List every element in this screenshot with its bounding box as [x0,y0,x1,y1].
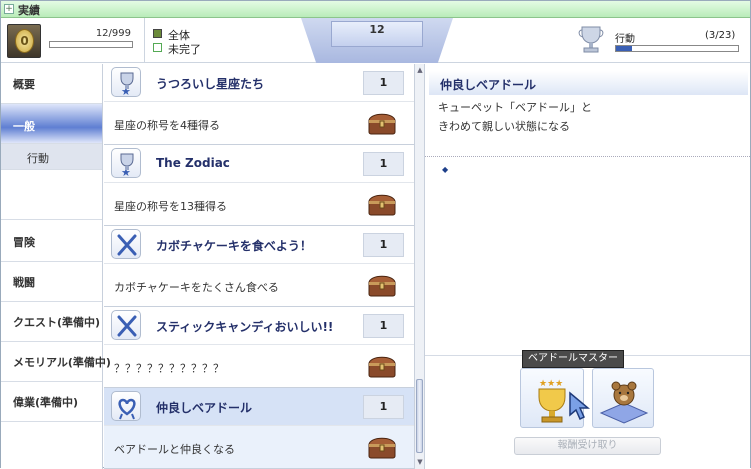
achievement-description: 星座の称号を13種得る [114,200,227,213]
achievement-points: 1 [363,233,404,257]
claim-reward-button[interactable]: 報酬受け取り [514,437,661,455]
sidebar-item-label: 冒険 [13,236,35,249]
mouse-cursor-icon [569,391,590,421]
category-progress-bar [615,45,739,52]
sidebar-item-action[interactable]: 行動 [1,144,102,170]
sidebar-item-battle[interactable]: 戦闘 [1,262,102,302]
fork-knife-icon [111,310,141,340]
achievement-window: + 実績 0 12/999 全体 未完了 12 行動 (3/23) 概要 一般 … [0,0,751,469]
detail-description-line2: きわめて親しい状態になる [438,120,570,133]
sidebar-item-label: 行動 [27,152,49,165]
total-score: 12/999 [95,28,131,39]
sidebar-item-label: メモリアル(準備中) [13,356,111,369]
counter-value: 12 [369,23,385,36]
treasure-chest-icon[interactable] [366,109,398,137]
star-trophy-icon: ★ [111,67,141,98]
score-progress-bar [49,41,133,48]
achievement-list: ★ うつろいし星座たち 1 星座の称号を4種得る ★ The Zodiac 1 星座の称号を1… [104,64,414,469]
bullet-icon: ◆ [442,165,449,174]
achievement-header[interactable]: 仲良しベアドール 1 [104,388,414,426]
achievement-points: 1 [363,152,404,176]
center-counter: 12 [301,18,453,63]
sidebar-item-general[interactable]: 一般 [1,104,102,144]
treasure-chest-icon[interactable] [366,190,398,218]
category-progress-fill [616,46,632,51]
scroll-thumb[interactable] [416,379,423,453]
checkbox-icon[interactable] [153,43,162,52]
achievement-description: カボチャケーキをたくさん食べる [114,281,279,294]
scroll-down-icon[interactable]: ▼ [416,458,424,466]
category-sidebar: 概要 一般 行動 冒険 戦闘 クエスト(準備中) メモリアル(準備中) 偉業(準… [1,64,111,469]
title-bar[interactable]: + 実績 [1,1,750,18]
achievement-header[interactable]: カボチャケーキを食べよう！ 1 [104,226,414,264]
category-count: (3/23) [705,30,736,41]
category-label: 行動 [615,34,635,45]
sidebar-item-label: 一般 [13,120,35,133]
achievement-description: ？？？？？？？？？？ [114,362,224,375]
achievement-points: 1 [363,395,404,419]
achievement-row[interactable]: ★ The Zodiac 1 星座の称号を13種得る [104,145,414,226]
heart-ribbon-icon [111,391,141,421]
detail-title: 仲良しベアドール [429,71,748,95]
sidebar-item-feat[interactable]: 偉業(準備中) [1,382,102,422]
list-scrollbar[interactable]: ▲ ▼ [414,64,425,469]
detail-panel: 仲良しベアドール キューペット「ベアドール」と きわめて親しい状態になる ◆ ★… [425,64,750,469]
treasure-chest-icon[interactable] [366,271,398,299]
achievement-points: 1 [363,71,404,95]
treasure-chest-icon[interactable] [366,352,398,380]
achievement-row[interactable]: 仲良しベアドール 1 ベアドールと仲良くなる [104,388,414,469]
achievement-points: 1 [363,314,404,338]
sidebar-item-label: 偉業(準備中) [13,396,79,409]
achievement-header[interactable]: ★ The Zodiac 1 [104,145,414,183]
achievement-header[interactable]: ★ うつろいし星座たち 1 [104,64,414,102]
sidebar-item-blank [1,170,102,220]
medal-icon: 0 [15,29,34,53]
achievement-header[interactable]: スティックキャンディおいしい!! 1 [104,307,414,345]
achievement-row[interactable]: ★ うつろいし星座たち 1 星座の称号を4種得る [104,64,414,145]
achievement-name: The Zodiac [156,156,230,170]
filter-group: 全体 未完了 [144,18,304,63]
fork-knife-icon [111,229,141,259]
window-title: 実績 [18,4,40,17]
achievement-name: うつろいし星座たち [156,77,265,91]
achievement-description: 星座の称号を4種得る [114,119,220,132]
treasure-chest-icon[interactable] [366,433,398,461]
achievement-row[interactable]: カボチャケーキを食べよう！ 1 カボチャケーキをたくさん食べる [104,226,414,307]
trophy-icon [578,26,604,53]
achievement-name: スティックキャンディおいしい!! [156,320,334,334]
sidebar-item-label: 概要 [13,78,35,91]
sidebar-item-memorial[interactable]: メモリアル(準備中) [1,342,111,382]
sidebar-item-adventure[interactable]: 冒険 [1,222,102,262]
achievement-name: カボチャケーキを食べよう！ [156,239,312,253]
checkbox-checked-icon[interactable] [153,29,162,38]
bear-doll-icon [599,381,649,424]
scroll-up-icon[interactable]: ▲ [416,66,424,74]
sidebar-item-overview[interactable]: 概要 [1,64,102,104]
sidebar-item-label: クエスト(準備中) [13,316,101,329]
reward-tooltip: ベアドールマスター [522,350,624,368]
filter-incomplete-label: 未完了 [168,43,201,56]
achievement-row[interactable]: スティックキャンディおいしい!! 1 ？？？？？？？？？？ [104,307,414,388]
achievement-name: 仲良しベアドール [156,401,253,415]
sidebar-item-label: 戦闘 [13,276,35,289]
achievement-level-badge: 0 [7,24,41,58]
detail-description-line1: キューペット「ベアドール」と [438,101,592,114]
expand-icon[interactable]: + [4,4,14,14]
star-trophy-icon: ★ [111,148,141,179]
header: 0 12/999 全体 未完了 12 行動 (3/23) [1,18,750,63]
reward-bear-cushion-slot[interactable] [592,368,654,428]
svg-text:★★★: ★★★ [539,379,563,389]
achievement-description: ベアドールと仲良くなる [114,443,235,456]
sidebar-item-quest[interactable]: クエスト(準備中) [1,302,102,342]
divider [425,156,750,157]
